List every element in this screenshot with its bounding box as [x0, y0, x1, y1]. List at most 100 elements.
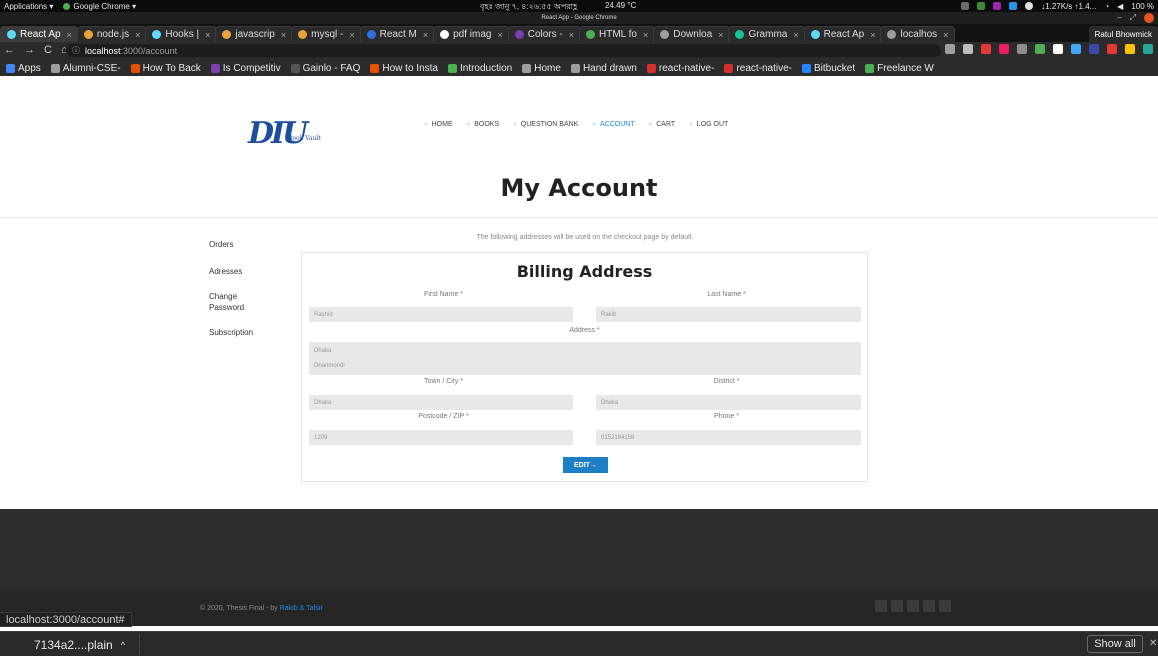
back-icon[interactable]: ←	[4, 44, 15, 56]
volume-icon[interactable]: ◀	[1117, 2, 1123, 11]
tab-close-icon[interactable]: ×	[135, 30, 140, 40]
tab-close-icon[interactable]: ×	[423, 30, 428, 40]
github-icon[interactable]	[939, 600, 951, 612]
last-name-field[interactable]: Rakib	[596, 307, 861, 322]
chevron-up-icon[interactable]: ^	[121, 640, 125, 650]
sidebar-subscription[interactable]: Subscription	[209, 327, 259, 338]
maximize-icon[interactable]: ⤢	[1130, 12, 1136, 24]
browser-tab[interactable]: mysql - ×	[291, 26, 362, 42]
browser-tab[interactable]: pdf imag ×	[433, 26, 510, 42]
extension-icon[interactable]	[981, 44, 991, 54]
tab-close-icon[interactable]: ×	[497, 30, 502, 40]
sidebar-change-password[interactable]: Change Password	[209, 291, 259, 313]
tab-close-icon[interactable]: ×	[349, 30, 354, 40]
extension-icon[interactable]	[1053, 44, 1063, 54]
bookmark-item[interactable]: Gainlo - FAQ	[290, 63, 360, 74]
browser-tab[interactable]: localhos ×	[880, 26, 956, 42]
nav-log-out[interactable]: ○ LOG OUT	[689, 121, 728, 128]
instagram-icon[interactable]	[907, 600, 919, 612]
sidebar-addresses[interactable]: Adresses	[209, 266, 259, 277]
browser-tab[interactable]: React Ap ×	[0, 26, 79, 42]
postcode-field[interactable]: 1209	[309, 430, 573, 445]
skype-icon[interactable]	[1009, 2, 1018, 10]
bookmark-item[interactable]: Alumni-CSE-	[50, 63, 121, 74]
nav-home[interactable]: ○ HOME	[424, 121, 453, 128]
profile-button[interactable]: Ratul Bhowmick	[1088, 26, 1158, 42]
close-icon[interactable]: ✕	[1149, 638, 1157, 649]
extension-icon[interactable]	[1143, 44, 1153, 54]
tab-close-icon[interactable]: ×	[793, 30, 798, 40]
bookmark-item[interactable]: Apps	[6, 63, 41, 74]
address-bar[interactable]: ⓘ localhost:3000/account	[66, 44, 941, 57]
address-field[interactable]: Dhaka Dhanmondi	[309, 342, 861, 375]
tray-app-icon[interactable]	[961, 2, 970, 10]
bookmark-item[interactable]: Home	[522, 63, 561, 74]
tab-close-icon[interactable]: ×	[870, 30, 875, 40]
browser-tab[interactable]: node.js ×	[76, 26, 148, 42]
extension-icon[interactable]	[1107, 44, 1117, 54]
extension-icon[interactable]	[1125, 44, 1135, 54]
clock[interactable]: বৃহঃ জানু ৭, ৪:২৬:৫৫ অপরাহ্ণ	[480, 1, 577, 12]
first-name-field[interactable]: Rashid	[309, 307, 573, 322]
download-item[interactable]: 7134a2....plain ^	[8, 634, 140, 655]
tray-app-icon-2[interactable]	[993, 2, 1002, 10]
bookmark-item[interactable]: How to Insta	[370, 63, 438, 74]
bookmark-item[interactable]: react-native-	[724, 63, 792, 74]
bookmark-item[interactable]: How To Back	[130, 63, 201, 74]
nav-books[interactable]: ○ BOOKS	[467, 121, 500, 128]
nav-account[interactable]: ○ ACCOUNT	[592, 121, 634, 128]
bookmark-item[interactable]: Introduction	[447, 63, 512, 74]
weather-temperature[interactable]: 24.49 °C	[605, 1, 636, 10]
twitter-icon[interactable]	[891, 600, 903, 612]
browser-tab[interactable]: Downloa ×	[653, 26, 731, 42]
browser-tab[interactable]: Gramma ×	[728, 26, 806, 42]
edit-button[interactable]: EDIT→	[563, 457, 608, 473]
tray-check-icon[interactable]	[1025, 2, 1034, 10]
tray-shield-icon[interactable]	[977, 2, 986, 10]
site-logo[interactable]: DIU Book Vault	[248, 118, 321, 152]
tab-close-icon[interactable]: ×	[281, 30, 286, 40]
linkedin-icon[interactable]	[923, 600, 935, 612]
extension-icon[interactable]	[999, 44, 1009, 54]
close-window-icon[interactable]	[1144, 13, 1154, 23]
extension-icon[interactable]	[1071, 44, 1081, 54]
tab-close-icon[interactable]: ×	[643, 30, 648, 40]
chrome-app-menu[interactable]: Google Chrome ▾	[63, 2, 136, 11]
tab-close-icon[interactable]: ×	[205, 30, 210, 40]
battery-level[interactable]: 100 %	[1131, 2, 1154, 11]
reload-icon[interactable]: C	[44, 44, 52, 56]
applications-menu[interactable]: Applications ▾	[4, 2, 53, 11]
browser-tab[interactable]: React Ap ×	[803, 26, 883, 42]
zoom-icon[interactable]	[945, 44, 955, 54]
browser-tab[interactable]: javascrip ×	[215, 26, 294, 42]
tab-close-icon[interactable]: ×	[943, 30, 948, 40]
tab-close-icon[interactable]: ×	[67, 30, 72, 40]
extension-icon[interactable]	[1089, 44, 1099, 54]
bookmark-item[interactable]: Bitbucket	[802, 63, 855, 74]
extension-icon[interactable]	[1035, 44, 1045, 54]
info-icon[interactable]: ⓘ	[72, 45, 80, 56]
nav-question-bank[interactable]: ○ QUESTION BANK	[513, 121, 578, 128]
phone-field[interactable]: 0152184158	[596, 430, 861, 445]
extension-icon[interactable]	[1017, 44, 1027, 54]
bookmark-item[interactable]: Freelance W	[865, 63, 934, 74]
browser-tab[interactable]: Colors - ×	[507, 26, 582, 42]
browser-tab[interactable]: React M ×	[359, 26, 436, 42]
show-all-button[interactable]: Show all	[1087, 635, 1143, 653]
district-field[interactable]: Dhaka	[596, 395, 861, 410]
forward-icon[interactable]: →	[24, 44, 35, 56]
tab-close-icon[interactable]: ×	[718, 30, 723, 40]
town-field[interactable]: Dhaka	[309, 395, 573, 410]
tab-close-icon[interactable]: ×	[569, 30, 574, 40]
bookmark-star-icon[interactable]	[963, 44, 973, 54]
sidebar-orders[interactable]: Orders	[209, 239, 259, 250]
authors-link[interactable]: Rakib & Tafsir	[280, 605, 323, 612]
wifi-icon[interactable]: ◔	[1104, 2, 1109, 11]
bookmark-item[interactable]: react-native-	[646, 63, 714, 74]
minimize-icon[interactable]: –	[1117, 12, 1121, 24]
bookmark-item[interactable]: Hand drawn	[570, 63, 637, 74]
browser-tab[interactable]: HTML fo ×	[579, 26, 656, 42]
nav-cart[interactable]: ○ CART	[649, 121, 676, 128]
facebook-icon[interactable]	[875, 600, 887, 612]
browser-tab[interactable]: Hooks | ×	[145, 26, 218, 42]
